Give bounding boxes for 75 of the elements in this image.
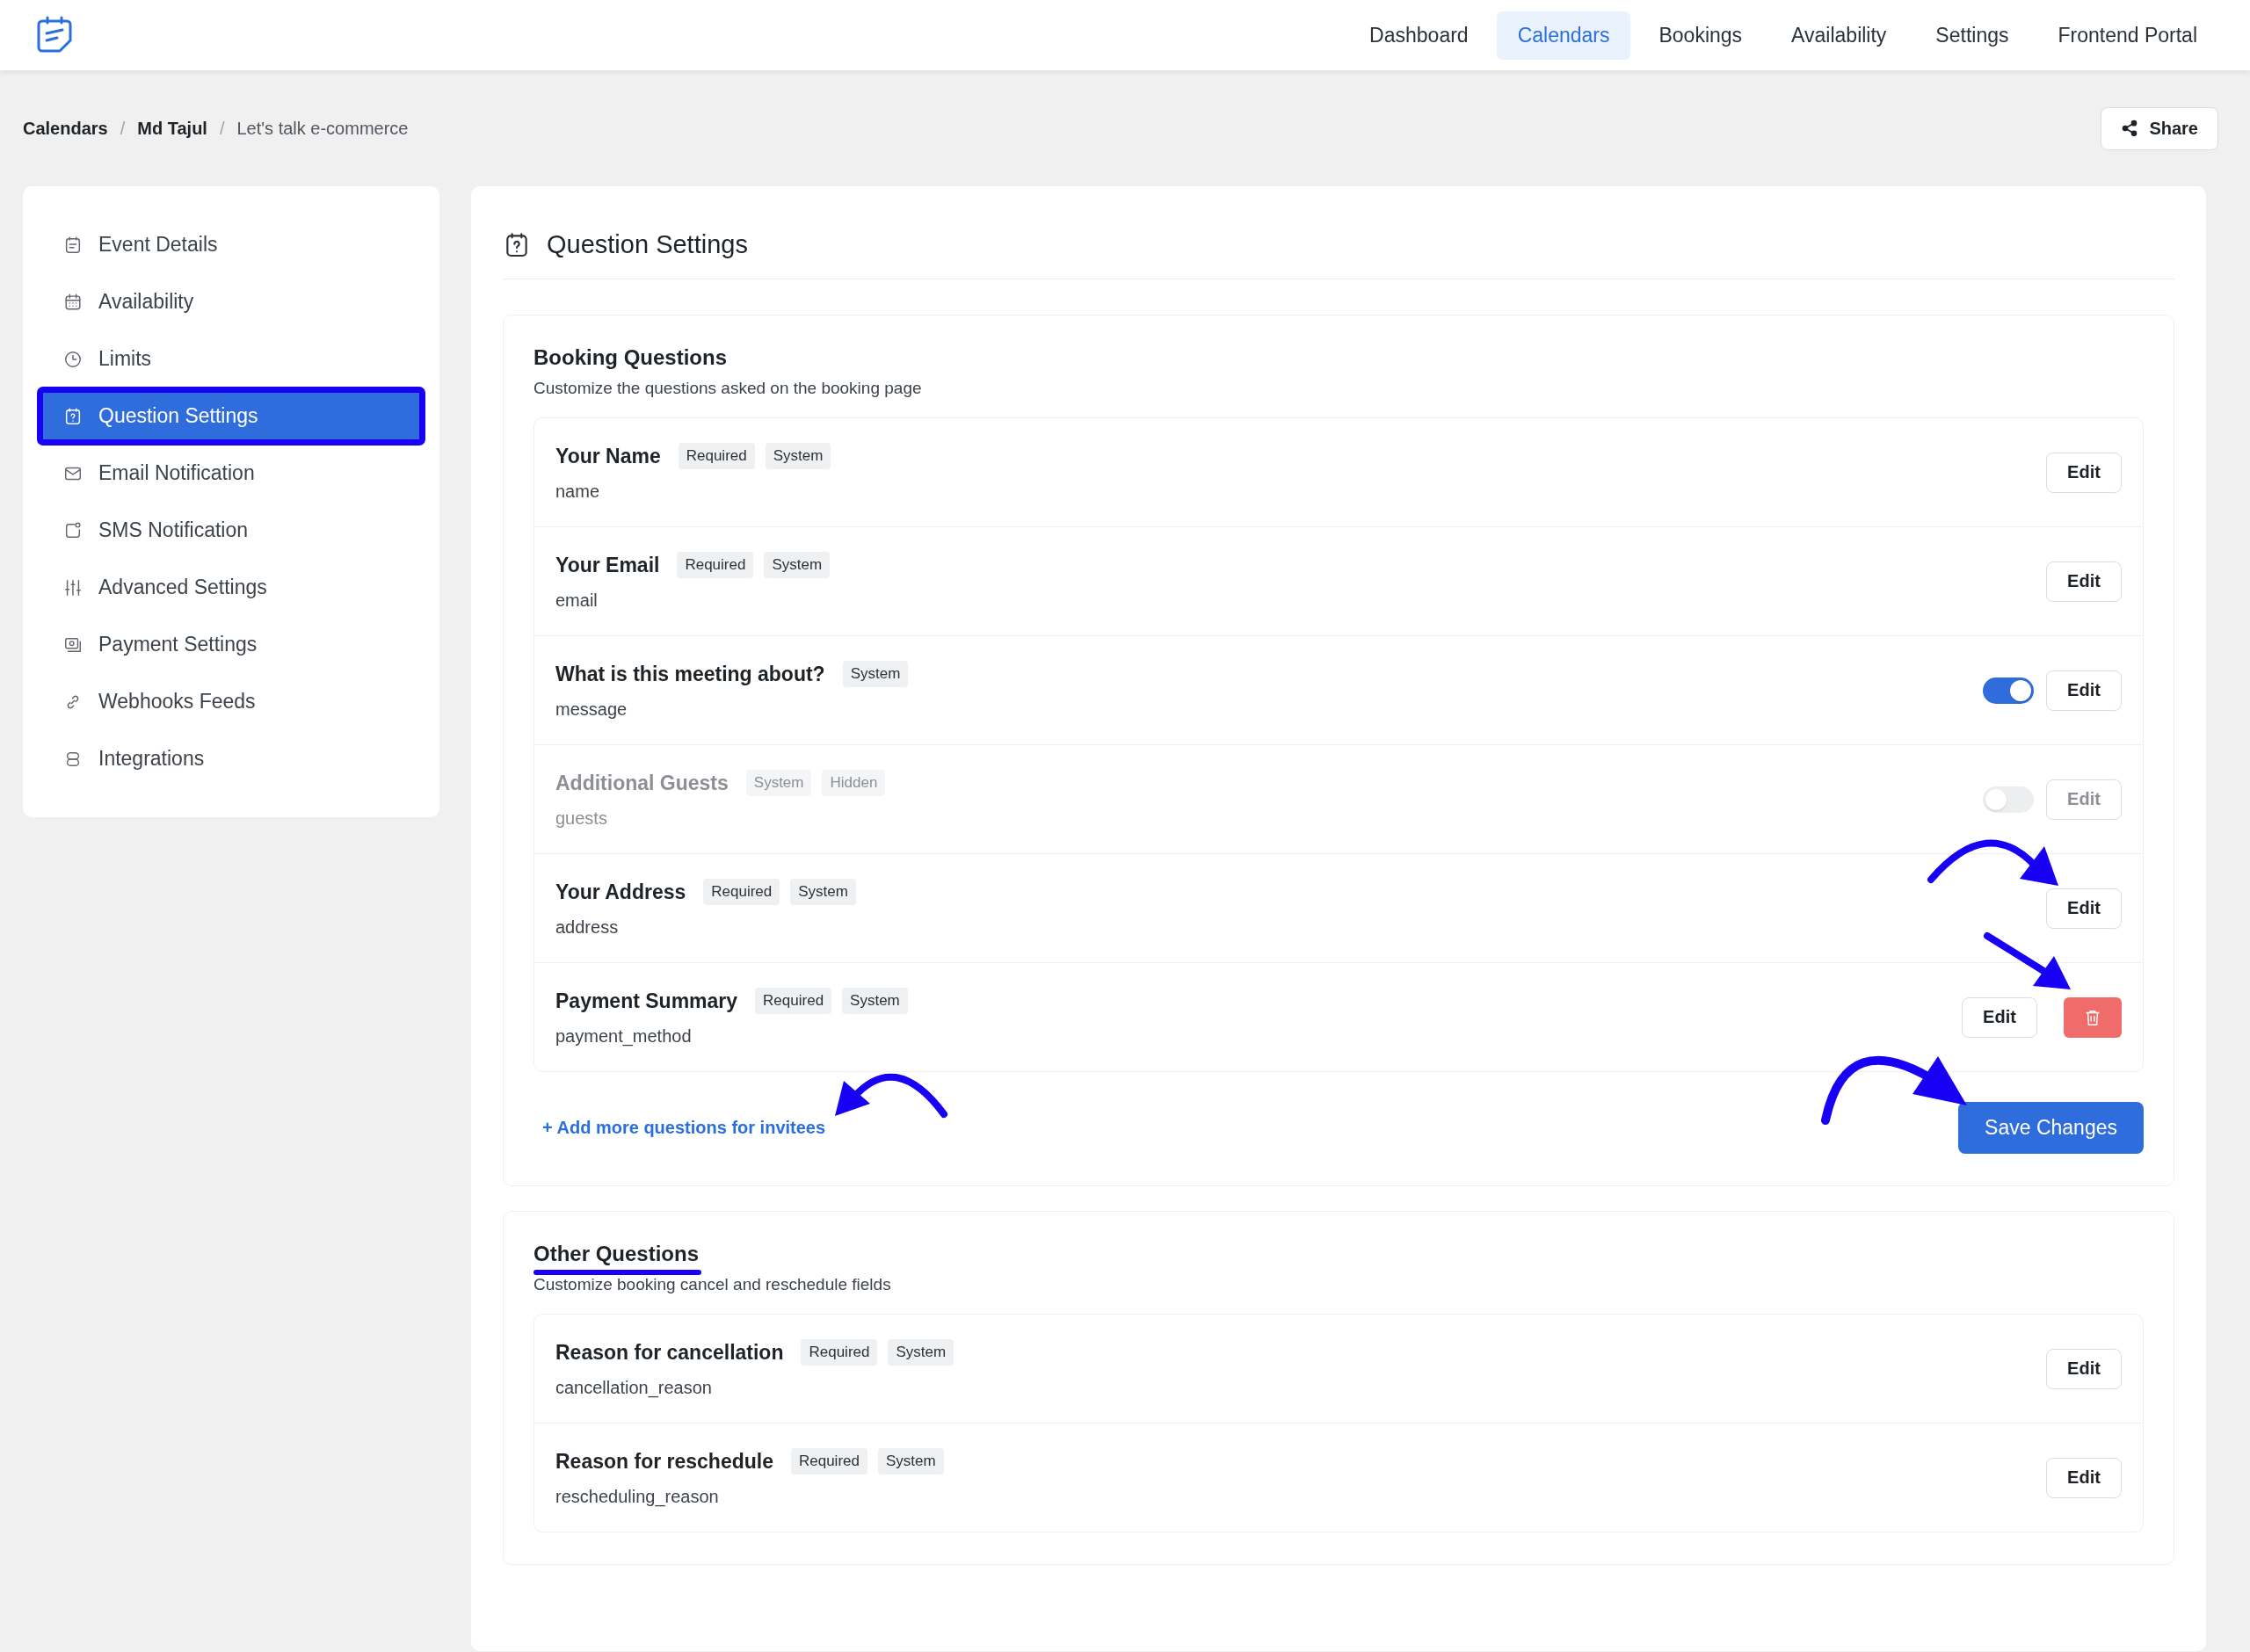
toggle-switch[interactable] [1983, 677, 2034, 704]
edit-button[interactable]: Edit [2046, 1457, 2122, 1498]
tag: Required [801, 1339, 878, 1366]
tag: System [765, 443, 831, 469]
question-icon [63, 406, 83, 426]
clock-icon [63, 349, 83, 369]
edit-button[interactable]: Edit [2046, 452, 2122, 493]
sidebar-item[interactable]: Event Details [40, 219, 422, 271]
nav-tab[interactable]: Availability [1770, 11, 1908, 60]
tag: Hidden [822, 770, 886, 796]
question-title: Reason for cancellation [555, 1340, 784, 1365]
tag: System [877, 1448, 944, 1474]
edit-button[interactable]: Edit [1962, 996, 2037, 1038]
field-key: email [555, 591, 831, 611]
field-key: rescheduling_reason [555, 1487, 944, 1507]
add-question-link[interactable]: + Add more questions for invitees [542, 1118, 826, 1138]
share-icon [2121, 120, 2139, 137]
edit-button[interactable]: Edit [2046, 888, 2122, 929]
nav-tab[interactable]: Frontend Portal [2036, 11, 2218, 60]
sidebar-item[interactable]: SMS Notification [40, 504, 422, 556]
tag: System [842, 661, 909, 687]
sidebar-item[interactable]: Integrations [40, 733, 422, 785]
question-title: Payment Summary [555, 989, 738, 1013]
breadcrumb-link[interactable]: Calendars [23, 118, 108, 139]
calendar-icon [63, 292, 83, 312]
page-title: Question Settings [547, 230, 748, 259]
tag: System [888, 1339, 954, 1366]
question-title: Your Address [555, 880, 686, 904]
field-key: address [555, 917, 856, 938]
question-title: Your Email [555, 553, 660, 577]
sidebar-item[interactable]: Advanced Settings [40, 562, 422, 613]
sidebar-item[interactable]: Limits [40, 333, 422, 385]
question-title: Your Name [555, 444, 661, 468]
breadcrumb-separator: / [120, 118, 126, 139]
section-title: Booking Questions [533, 345, 727, 370]
tag: Required [790, 1448, 867, 1474]
field-key: payment_method [555, 1026, 908, 1047]
document-icon [63, 235, 83, 255]
tag: System [764, 552, 831, 578]
section-description: Customize the questions asked on the booking page [533, 379, 923, 398]
breadcrumb-current: Let's talk e-commerce [236, 118, 409, 139]
sliders-icon [63, 577, 83, 598]
section-title: Other Questions [533, 1242, 700, 1266]
tag: Required [678, 443, 755, 469]
tag: Required [703, 879, 780, 905]
nav-tab[interactable]: Bookings [1637, 11, 1764, 60]
tag: Required [755, 988, 832, 1014]
nav-tab[interactable]: Dashboard [1348, 11, 1490, 60]
question-title: Additional Guests [555, 771, 729, 795]
field-key: guests [555, 808, 886, 829]
breadcrumb-separator: / [219, 118, 225, 139]
nav-tab[interactable]: Calendars [1496, 11, 1631, 60]
sidebar-item[interactable]: Webhooks Feeds [40, 676, 422, 728]
field-key: cancellation_reason [555, 1378, 954, 1398]
tag: System [842, 988, 908, 1014]
sidebar-item[interactable]: Payment Settings [40, 619, 422, 670]
nav-tab[interactable]: Settings [1914, 11, 2030, 60]
question-title: What is this meeting about? [555, 662, 825, 686]
edit-button[interactable]: Edit [2046, 670, 2122, 711]
tag: System [790, 879, 856, 905]
edit-button[interactable]: Edit [2046, 561, 2122, 602]
delete-button[interactable] [2064, 996, 2122, 1038]
message-icon [63, 520, 83, 540]
field-key: message [555, 699, 909, 720]
sidebar-item[interactable]: Availability [40, 276, 422, 328]
tag: Required [677, 552, 754, 578]
field-key: name [555, 482, 831, 502]
breadcrumb-link[interactable]: Md Tajul [137, 118, 207, 139]
sidebar-item[interactable]: Email Notification [40, 447, 422, 499]
save-button[interactable]: Save Changes [1958, 1102, 2144, 1154]
edit-button[interactable]: Edit [2046, 1348, 2122, 1389]
question-title: Reason for reschedule [555, 1449, 773, 1474]
section-description: Customize booking cancel and reschedule fields [533, 1275, 892, 1294]
share-button[interactable]: Share [2101, 106, 2218, 150]
tag: System [745, 770, 812, 796]
